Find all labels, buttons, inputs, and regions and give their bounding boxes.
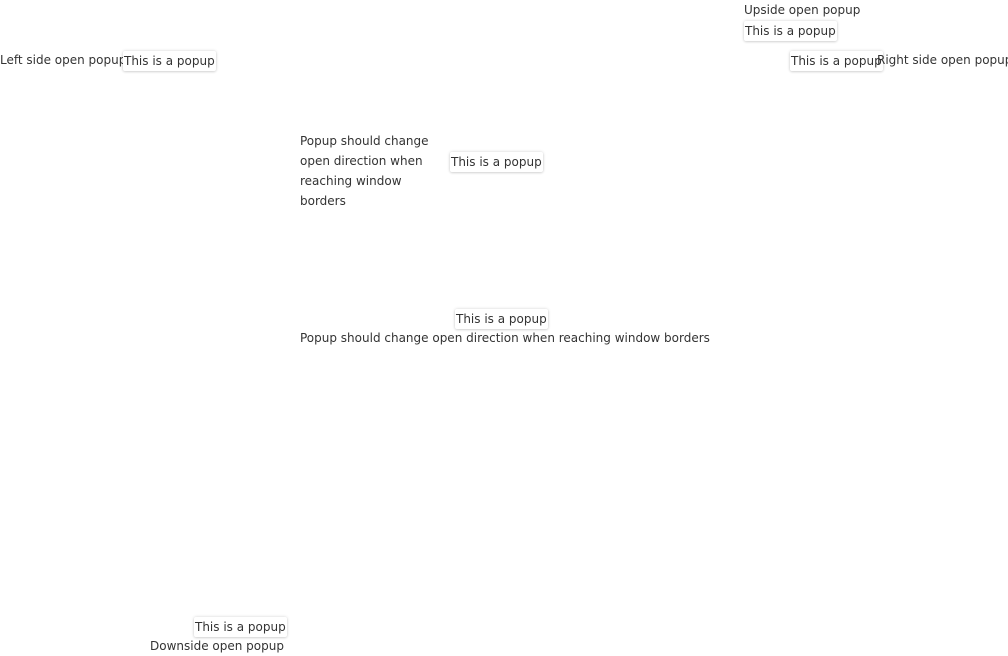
right-side-popup: This is a popup — [790, 51, 883, 71]
auto-direction-popup-block: This is a popup — [450, 152, 543, 172]
left-side-open-trigger[interactable]: Left side open popup — [0, 50, 126, 70]
auto-direction-popup-line: This is a popup — [455, 309, 548, 329]
downside-popup: This is a popup — [194, 617, 287, 637]
left-side-popup: This is a popup — [123, 51, 216, 71]
downside-open-trigger[interactable]: Downside open popup — [150, 636, 284, 656]
upside-popup: This is a popup — [744, 21, 837, 41]
auto-direction-trigger-line[interactable]: Popup should change open direction when … — [300, 328, 710, 348]
upside-open-trigger[interactable]: Upside open popup — [744, 0, 860, 20]
right-side-open-trigger[interactable]: Right side open popup — [877, 50, 1008, 70]
auto-direction-trigger-block[interactable]: Popup should change open direction when … — [300, 131, 450, 211]
